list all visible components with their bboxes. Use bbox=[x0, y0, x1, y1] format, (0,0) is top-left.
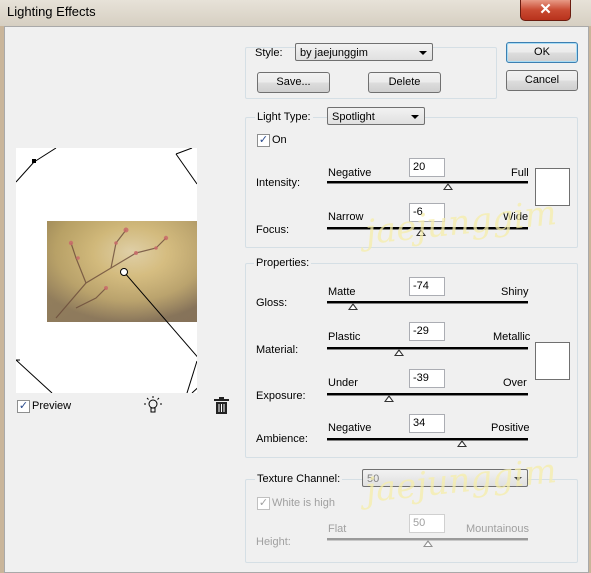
window-title: Lighting Effects bbox=[7, 4, 96, 19]
delete-button[interactable]: Delete bbox=[368, 72, 441, 93]
ok-button[interactable]: OK bbox=[506, 42, 578, 63]
check-icon: ✓ bbox=[18, 400, 29, 412]
trash-icon[interactable] bbox=[214, 397, 229, 414]
height-value[interactable]: 50 bbox=[409, 514, 445, 533]
light-type-select-value: Spotlight bbox=[332, 111, 375, 123]
preview-label: Preview bbox=[32, 400, 72, 412]
exposure-min-label: Under bbox=[328, 377, 358, 389]
ambience-max-label: Positive bbox=[491, 422, 530, 434]
intensity-value[interactable]: 20 bbox=[409, 158, 445, 177]
intensity-slider-thumb[interactable] bbox=[442, 183, 453, 190]
material-min-label: Plastic bbox=[328, 331, 361, 343]
light-color-swatch[interactable] bbox=[535, 168, 570, 206]
light-on-label: On bbox=[272, 134, 287, 146]
exposure-label: Exposure: bbox=[256, 390, 306, 402]
height-min-label: Flat bbox=[328, 523, 347, 535]
light-preview-canvas[interactable] bbox=[16, 148, 197, 393]
focus-min-label: Narrow bbox=[328, 211, 364, 223]
height-label: Height: bbox=[256, 536, 291, 548]
cancel-button[interactable]: Cancel bbox=[506, 70, 578, 91]
check-icon: ✓ bbox=[258, 134, 269, 146]
height-slider-thumb[interactable] bbox=[422, 540, 433, 547]
check-icon: ✓ bbox=[258, 497, 269, 509]
chevron-down-icon bbox=[419, 51, 427, 55]
focus-slider-track[interactable] bbox=[327, 227, 528, 230]
title-bar: Lighting Effects ✕ bbox=[0, 0, 591, 26]
material-slider-track[interactable] bbox=[327, 347, 528, 350]
close-button[interactable]: ✕ bbox=[520, 0, 571, 21]
exposure-slider-track[interactable] bbox=[327, 393, 528, 396]
exposure-max-label: Over bbox=[503, 377, 527, 389]
intensity-min-label: Negative bbox=[328, 167, 372, 179]
intensity-max-label: Full bbox=[511, 167, 529, 179]
ambience-slider-thumb[interactable] bbox=[456, 440, 467, 447]
exposure-value[interactable]: -39 bbox=[409, 369, 445, 388]
focus-label: Focus: bbox=[256, 224, 290, 236]
light-center-handle[interactable] bbox=[120, 268, 128, 276]
chevron-down-icon bbox=[411, 115, 419, 119]
light-on-checkbox[interactable]: ✓ bbox=[257, 134, 270, 147]
texture-channel-label: Texture Channel: bbox=[255, 473, 343, 485]
gloss-min-label: Matte bbox=[328, 286, 356, 298]
height-max-label: Mountainous bbox=[466, 523, 529, 535]
gloss-value[interactable]: -74 bbox=[409, 277, 445, 296]
material-max-label: Metallic bbox=[493, 331, 531, 343]
gloss-max-label: Shiny bbox=[501, 286, 529, 298]
preview-checkbox[interactable]: ✓ bbox=[17, 400, 30, 413]
ambient-color-swatch[interactable] bbox=[535, 342, 570, 380]
material-value[interactable]: -29 bbox=[409, 322, 445, 341]
ambience-slider-track[interactable] bbox=[327, 438, 528, 441]
close-icon: ✕ bbox=[539, 1, 552, 18]
focus-max-label: Wide bbox=[503, 211, 529, 223]
focus-slider-thumb[interactable] bbox=[416, 229, 427, 236]
exposure-slider-thumb[interactable] bbox=[384, 395, 395, 402]
light-type-label: Light Type: bbox=[255, 111, 313, 123]
white-is-high-label: White is high bbox=[272, 497, 335, 509]
chevron-down-icon bbox=[514, 477, 522, 481]
style-select[interactable]: by jaejunggim bbox=[295, 43, 433, 61]
material-label: Material: bbox=[256, 344, 299, 356]
texture-channel-select[interactable]: 50 bbox=[362, 469, 528, 487]
intensity-label: Intensity: bbox=[256, 177, 301, 189]
material-slider-thumb[interactable] bbox=[394, 349, 405, 356]
intensity-slider-track[interactable] bbox=[327, 181, 528, 184]
texture-channel-select-value: 50 bbox=[367, 473, 380, 485]
gloss-slider-thumb[interactable] bbox=[348, 303, 359, 310]
dialog-body: ✓ Preview OK Cancel Style: by jaejunggim… bbox=[4, 26, 589, 573]
light-bulb-icon[interactable] bbox=[144, 396, 162, 416]
focus-value[interactable]: -6 bbox=[409, 203, 445, 222]
light-type-select[interactable]: Spotlight bbox=[327, 107, 425, 125]
light-handle[interactable] bbox=[32, 159, 36, 163]
ambience-label: Ambience: bbox=[256, 433, 308, 445]
style-label: Style: bbox=[255, 47, 283, 59]
gloss-label: Gloss: bbox=[256, 297, 288, 309]
style-select-value: by jaejunggim bbox=[300, 47, 368, 59]
ambience-value[interactable]: 34 bbox=[409, 414, 445, 433]
white-is-high-checkbox[interactable]: ✓ bbox=[257, 497, 270, 510]
ambience-min-label: Negative bbox=[328, 422, 372, 434]
save-button[interactable]: Save... bbox=[257, 72, 330, 93]
properties-title: Properties: bbox=[254, 257, 312, 269]
